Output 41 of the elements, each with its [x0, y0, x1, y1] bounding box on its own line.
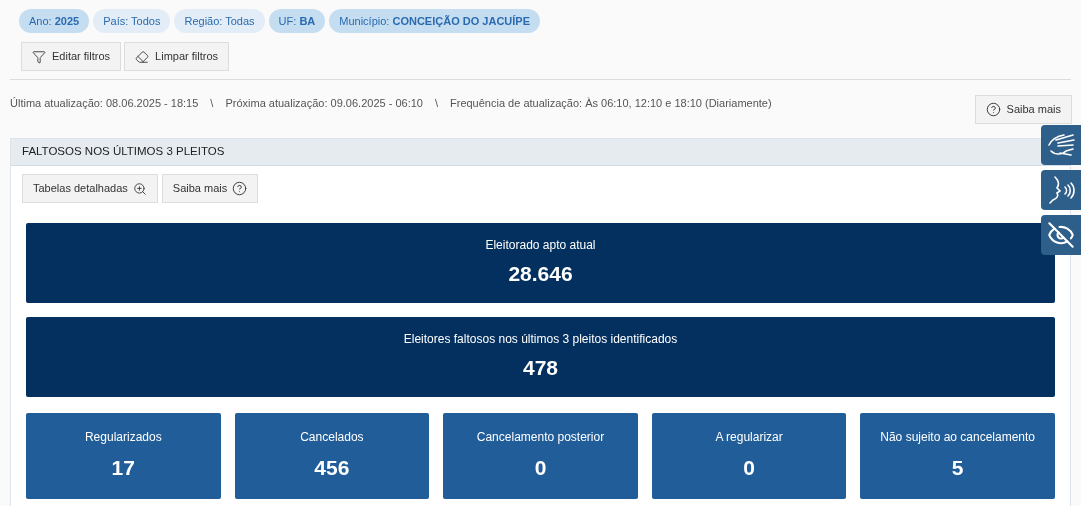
zoom-icon	[132, 181, 147, 196]
panel-action-button[interactable]: Tabelas detalhadas	[22, 174, 158, 203]
filter-chip[interactable]: País: Todos	[93, 9, 171, 33]
card-value: 478	[522, 355, 558, 382]
help-icon	[985, 102, 1001, 117]
filter-action-button[interactable]: Limpar filtros	[124, 42, 230, 71]
card-value: 5	[951, 455, 964, 482]
card-value: 28.646	[508, 261, 573, 288]
card-label: Não sujeito ao cancelamento	[880, 429, 1036, 447]
panel-action-button[interactable]: Saiba mais	[161, 174, 259, 203]
accessibility-button[interactable]	[1041, 125, 1081, 165]
separator-text: \	[434, 96, 438, 111]
separator-text: \	[210, 96, 214, 111]
update-info-text: Última atualização: 08.06.2025 - 18:15	[10, 96, 199, 111]
eye-off-icon	[1047, 221, 1075, 249]
accessibility-button[interactable]	[1041, 170, 1081, 210]
card-label: Eleitorado apto atual	[485, 237, 596, 255]
card-label: Cancelamento posterior	[476, 429, 605, 447]
filter-chip[interactable]: Ano: 2025	[19, 9, 90, 33]
speaking-head-icon	[1047, 175, 1075, 205]
card-label: Cancelados	[300, 429, 364, 447]
card-value: 0	[743, 455, 755, 482]
help-button[interactable]: Saiba mais	[974, 95, 1072, 124]
card-value: 456	[314, 455, 350, 482]
panel-title: FALTOSOS NOS ÚLTIMOS 3 PLEITOS	[22, 144, 225, 160]
filter-chip[interactable]: Região: Todas	[174, 9, 265, 33]
card-value: 17	[111, 455, 135, 482]
hands-icon	[1046, 131, 1076, 159]
card-label: A regularizar	[715, 429, 783, 447]
accessibility-button[interactable]	[1041, 215, 1081, 255]
update-info-text: Próxima atualização: 09.06.2025 - 06:10	[225, 96, 423, 111]
filter-action-button[interactable]: Editar filtros	[21, 42, 122, 71]
filter-icon	[32, 49, 46, 64]
eraser-icon	[135, 49, 150, 64]
card-label: Eleitores faltosos nos últimos 3 pleitos identificados	[403, 331, 678, 349]
card-label: Regularizados	[84, 429, 162, 447]
card-value: 0	[534, 455, 547, 482]
filter-chip[interactable]: Município: CONCEIÇÃO DO JACUÍPE	[329, 9, 540, 33]
update-info-text: Frequência de atualização: Às 06:10, 12:10 e 18:10 (Diariamente)	[450, 96, 772, 111]
help-icon	[232, 181, 248, 196]
filter-chip[interactable]: UF: BA	[268, 9, 326, 33]
